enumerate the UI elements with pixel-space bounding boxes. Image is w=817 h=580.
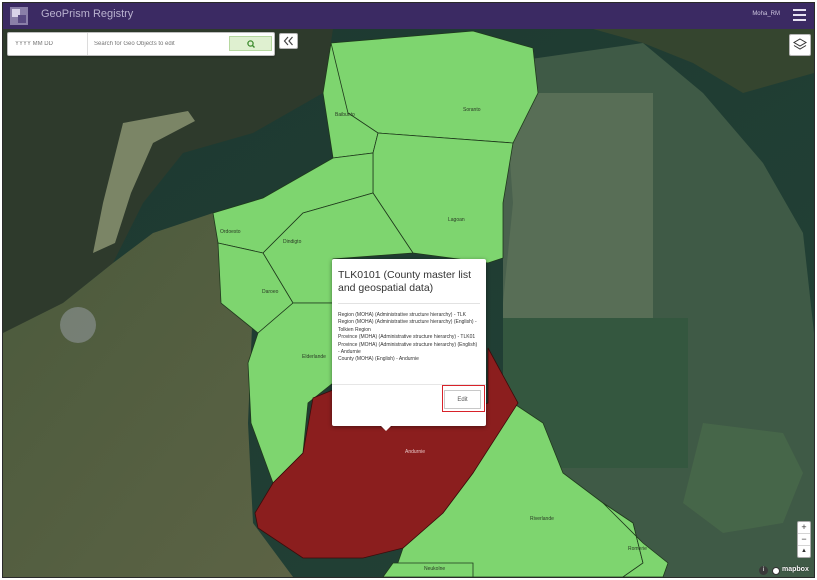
map-label-daroeo: Daroeo	[262, 289, 279, 295]
menu-icon[interactable]	[793, 9, 806, 22]
top-bar: GeoPrism Registry Moha_RM	[3, 3, 814, 29]
date-input[interactable]	[8, 33, 88, 55]
search-icon	[247, 40, 255, 48]
search-input[interactable]	[88, 33, 226, 55]
attribution-info-icon[interactable]: i	[759, 566, 768, 575]
island	[683, 423, 803, 533]
map-label-soranto: Soranto	[463, 107, 481, 113]
mapbox-logo-icon	[772, 567, 780, 575]
popup-attribute-line: County (MOHA) (English) - Andurnie	[338, 356, 419, 363]
tile-patch	[503, 93, 653, 318]
popup-divider	[338, 303, 480, 304]
double-chevron-left-icon	[283, 36, 293, 46]
layers-button[interactable]	[789, 34, 811, 56]
zoom-out-button[interactable]: −	[798, 534, 810, 546]
map-label-dindigto: Dindigto	[283, 239, 302, 245]
user-name[interactable]: Moha_RM	[752, 11, 780, 17]
map-label-riverlande: Riverlande	[530, 516, 554, 522]
search-button[interactable]	[229, 36, 272, 51]
edit-button[interactable]: Edit	[444, 390, 481, 409]
map-label-andurnie: Andurnie	[405, 449, 425, 455]
collapse-panel-button[interactable]	[279, 33, 298, 49]
map-label-neukolne: Neukolne	[424, 566, 445, 572]
popup-pointer	[380, 425, 392, 431]
app-title: GeoPrism Registry	[41, 8, 134, 20]
popup-footer-divider	[332, 384, 486, 385]
compass-button[interactable]: ▲	[798, 546, 810, 557]
layers-icon	[793, 38, 807, 50]
map-label-elderlande: Elderlande	[302, 354, 326, 360]
zoom-in-button[interactable]: +	[798, 522, 810, 534]
popup-attribute-line: Province (MOHA) (Administrative structur…	[338, 341, 478, 356]
popup-attributes: Region (MOHA) (Administrative structure …	[338, 312, 480, 364]
popup-title: TLK0101 (County master list and geospati…	[338, 269, 472, 294]
town-area	[60, 307, 96, 343]
app-window: Soranto Baibunto Lagoan Ordoesto Dindigt…	[2, 2, 815, 578]
map-label-lagoan: Lagoan	[448, 217, 465, 223]
zoom-controls: + − ▲	[797, 521, 811, 558]
geo-object-popup: TLK0101 (County master list and geospati…	[332, 259, 486, 426]
popup-attribute-line: Province (MOHA) (Administrative structur…	[338, 334, 476, 341]
mapbox-logo-text: mapbox	[782, 566, 809, 573]
geoprism-logo-icon[interactable]	[10, 7, 28, 25]
map-label-romerie: Romerie	[628, 546, 647, 552]
popup-attribute-line: Region (MOHA) (Administrative structure …	[338, 312, 466, 318]
map-label-baibunto: Baibunto	[335, 112, 355, 118]
search-bar	[7, 32, 275, 56]
popup-attribute-line: Region (MOHA) (Administrative structure …	[338, 319, 477, 333]
map-label-ordoesto: Ordoesto	[220, 229, 241, 235]
